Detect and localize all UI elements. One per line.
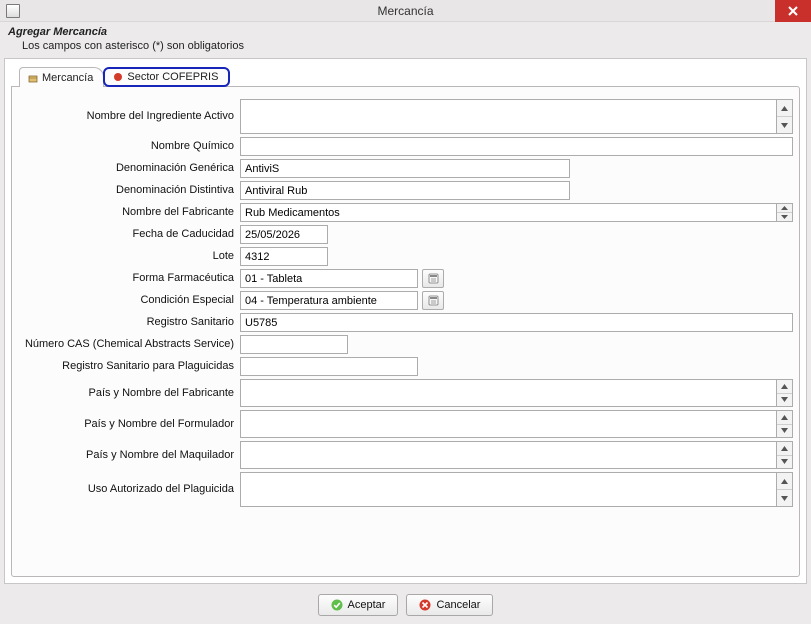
fecha-caducidad-input[interactable] bbox=[240, 225, 328, 244]
forma-farmaceutica-input[interactable] bbox=[240, 269, 418, 288]
label-registro-plaguicidas: Registro Sanitario para Plaguicidas bbox=[18, 357, 240, 376]
label-nombre-fabricante: Nombre del Fabricante bbox=[18, 203, 240, 222]
lookup-icon bbox=[428, 295, 439, 306]
footer: Aceptar Cancelar bbox=[0, 588, 811, 624]
box-icon bbox=[28, 73, 38, 83]
spinner-down-button[interactable] bbox=[777, 425, 792, 438]
stepper-down-button[interactable] bbox=[777, 213, 792, 221]
label-registro-sanitario: Registro Sanitario bbox=[18, 313, 240, 332]
label-pais-formulador: País y Nombre del Formulador bbox=[18, 410, 240, 438]
uso-autorizado-field[interactable] bbox=[240, 472, 793, 507]
cancel-button-label: Cancelar bbox=[436, 599, 480, 611]
label-numero-cas: Número CAS (Chemical Abstracts Service) bbox=[18, 335, 240, 354]
label-denominacion-distintiva: Denominación Distintiva bbox=[18, 181, 240, 200]
label-nombre-quimico: Nombre Químico bbox=[18, 137, 240, 156]
accept-button-label: Aceptar bbox=[348, 599, 386, 611]
pais-formulador-spinner bbox=[776, 411, 792, 437]
stepper-up-button[interactable] bbox=[777, 204, 792, 213]
numero-cas-input[interactable] bbox=[240, 335, 348, 354]
spinner-up-button[interactable] bbox=[777, 380, 792, 394]
tab-sector-cofepris[interactable]: Sector COFEPRIS bbox=[103, 67, 230, 87]
ingrediente-activo-field[interactable] bbox=[240, 99, 793, 134]
close-button[interactable] bbox=[775, 0, 811, 22]
pais-maquilador-field[interactable] bbox=[240, 441, 793, 469]
cancel-button[interactable]: Cancelar bbox=[406, 594, 493, 616]
cancel-icon bbox=[419, 599, 431, 611]
nombre-fabricante-stepper bbox=[777, 203, 793, 222]
pais-formulador-field[interactable] bbox=[240, 410, 793, 438]
header-title: Agregar Mercancía bbox=[8, 26, 803, 38]
denominacion-distintiva-input[interactable] bbox=[240, 181, 570, 200]
label-pais-maquilador: País y Nombre del Maquilador bbox=[18, 441, 240, 469]
spinner-up-button[interactable] bbox=[777, 411, 792, 425]
nombre-quimico-input[interactable] bbox=[240, 137, 793, 156]
form: Nombre del Ingrediente Activo Nombre Quí… bbox=[18, 99, 793, 510]
header-panel: Agregar Mercancía Los campos con asteris… bbox=[0, 22, 811, 58]
check-icon bbox=[331, 599, 343, 611]
label-pais-fabricante: País y Nombre del Fabricante bbox=[18, 379, 240, 407]
spinner-up-button[interactable] bbox=[777, 473, 792, 490]
pais-fabricante-spinner bbox=[776, 380, 792, 406]
title-bar: Mercancía bbox=[0, 0, 811, 22]
registro-plaguicidas-input[interactable] bbox=[240, 357, 418, 376]
spinner-up-button[interactable] bbox=[777, 100, 792, 117]
tab-mercancia[interactable]: Mercancía bbox=[19, 67, 104, 87]
pais-maquilador-spinner bbox=[776, 442, 792, 468]
spinner-down-button[interactable] bbox=[777, 490, 792, 506]
tabs-row: Mercancía Sector COFEPRIS bbox=[11, 65, 800, 87]
tab-content: Nombre del Ingrediente Activo Nombre Quí… bbox=[11, 86, 800, 577]
spinner-up-button[interactable] bbox=[777, 442, 792, 456]
label-uso-autorizado: Uso Autorizado del Plaguicida bbox=[18, 472, 240, 507]
spinner-down-button[interactable] bbox=[777, 456, 792, 469]
header-subtitle: Los campos con asterisco (*) son obligat… bbox=[22, 40, 803, 52]
accept-button[interactable]: Aceptar bbox=[318, 594, 399, 616]
tab-mercancia-label: Mercancía bbox=[42, 72, 93, 84]
condicion-especial-picker-button[interactable] bbox=[422, 291, 444, 310]
label-condicion-especial: Condición Especial bbox=[18, 291, 240, 310]
label-ingrediente-activo: Nombre del Ingrediente Activo bbox=[18, 99, 240, 134]
close-icon bbox=[788, 6, 798, 16]
spinner-down-button[interactable] bbox=[777, 394, 792, 407]
label-lote: Lote bbox=[18, 247, 240, 266]
pais-fabricante-field[interactable] bbox=[240, 379, 793, 407]
lote-input[interactable] bbox=[240, 247, 328, 266]
cofepris-icon bbox=[113, 72, 123, 82]
label-denominacion-generica: Denominación Genérica bbox=[18, 159, 240, 178]
tab-cofepris-label: Sector COFEPRIS bbox=[127, 71, 218, 83]
uso-autorizado-spinner bbox=[776, 473, 792, 506]
window-title: Mercancía bbox=[0, 4, 811, 18]
label-fecha-caducidad: Fecha de Caducidad bbox=[18, 225, 240, 244]
forma-farmaceutica-picker-button[interactable] bbox=[422, 269, 444, 288]
lookup-icon bbox=[428, 273, 439, 284]
registro-sanitario-input[interactable] bbox=[240, 313, 793, 332]
spinner-down-button[interactable] bbox=[777, 117, 792, 133]
ingrediente-activo-spinner bbox=[776, 100, 792, 133]
nombre-fabricante-input[interactable] bbox=[240, 203, 777, 222]
label-forma-farmaceutica: Forma Farmacéutica bbox=[18, 269, 240, 288]
denominacion-generica-input[interactable] bbox=[240, 159, 570, 178]
condicion-especial-input[interactable] bbox=[240, 291, 418, 310]
main-panel: Mercancía Sector COFEPRIS Nombre del Ing… bbox=[4, 58, 807, 584]
